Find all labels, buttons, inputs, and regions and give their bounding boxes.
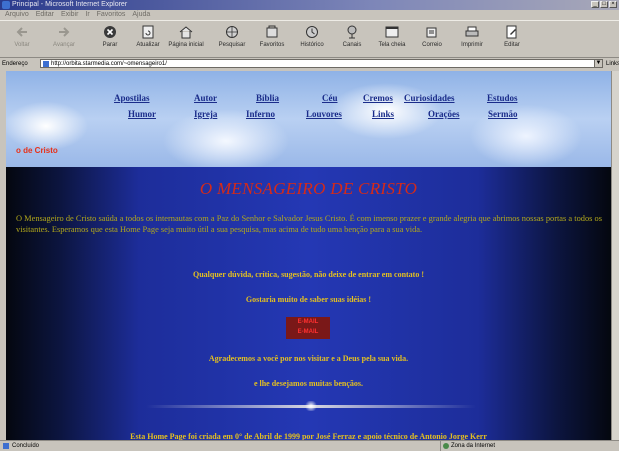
nav-igreja[interactable]: Igreja [194, 109, 217, 119]
page-done-icon [3, 443, 9, 449]
globe-icon [443, 443, 449, 449]
window-titlebar: Principal - Microsoft Internet Explorer … [0, 0, 619, 10]
channels-button[interactable]: Canais [332, 23, 372, 56]
home-icon [179, 26, 193, 39]
toolbar: Voltar Avançar Parar Atualizar Página in… [0, 20, 619, 58]
menu-exibir[interactable]: Exibir [61, 11, 79, 18]
favorites-button[interactable]: Favoritos [252, 23, 292, 56]
email-label: E-MAIL [297, 319, 319, 325]
nav-sermao[interactable]: Sermão [488, 109, 518, 119]
menu-editar[interactable]: Editar [36, 11, 54, 18]
back-button[interactable]: Voltar [2, 23, 42, 56]
print-button[interactable]: Imprimir [452, 23, 492, 56]
stop-icon [104, 26, 116, 38]
address-dropdown-icon[interactable]: ▼ [594, 59, 603, 68]
nav-estudos[interactable]: Estudos [487, 93, 518, 103]
window-controls: _ □ × [591, 1, 617, 8]
forward-button[interactable]: Avançar [44, 23, 84, 56]
fullscreen-button[interactable]: Tela cheia [372, 23, 412, 56]
footer-credit: Esta Home Page foi criada em 0° de Abril… [130, 432, 487, 440]
status-bar: Concluído Zona da Internet [0, 440, 619, 451]
favorites-icon [266, 25, 278, 38]
channels-icon [347, 25, 357, 39]
nav-cremos[interactable]: Cremos [363, 93, 393, 103]
address-url: http://orbita.starmedia.com/~omensageiro… [51, 61, 167, 67]
home-button[interactable]: Página inicial [166, 23, 206, 56]
menu-ajuda[interactable]: Ajuda [132, 11, 150, 18]
page-title: O MENSAGEIRO DE CRISTO [199, 179, 418, 198]
edit-page-icon [506, 25, 517, 39]
ideas-text: Gostaria muito de saber suas idéias ! [245, 295, 372, 304]
contact-text: Qualquer dúvida, crítica, sugestão, não … [192, 270, 425, 279]
edit-button[interactable]: Editar [492, 23, 532, 56]
forward-arrow-icon [59, 27, 70, 37]
menu-favoritos[interactable]: Favoritos [97, 11, 126, 18]
history-button[interactable]: Histórico [292, 23, 332, 56]
refresh-button[interactable]: Atualizar [128, 23, 168, 56]
thanks-text: Agradecemos a você por nos visitar e a D… [208, 354, 409, 363]
menu-bar: Arquivo Editar Exibir Ir Favoritos Ajuda [0, 10, 619, 20]
sparkle-icon [304, 401, 318, 411]
status-text: Concluído [12, 443, 40, 449]
back-arrow-icon [16, 27, 27, 37]
nav-banner: Apostilas Autor Bíblia Céu Cremos Curios… [6, 71, 611, 167]
refresh-icon [142, 25, 154, 39]
nav-oracoes[interactable]: Orações [428, 109, 460, 119]
close-icon[interactable]: × [609, 1, 617, 8]
nav-biblia[interactable]: Bíblia [256, 93, 279, 103]
page-content: O MENSAGEIRO DE CRISTO O Mensageiro de C… [6, 167, 611, 440]
window-title: Principal - Microsoft Internet Explorer [12, 1, 128, 8]
printer-icon [465, 26, 479, 37]
mail-button[interactable]: Correio [412, 23, 452, 56]
minimize-icon[interactable]: _ [591, 1, 599, 8]
page-icon [43, 61, 49, 67]
links-button[interactable]: Links [606, 58, 619, 70]
address-label: Endereço [2, 61, 28, 67]
nav-louvores[interactable]: Louvores [306, 109, 342, 119]
stop-button[interactable]: Parar [90, 23, 130, 56]
nav-humor[interactable]: Humor [128, 109, 156, 119]
zone-text: Zona da Internet [451, 443, 496, 449]
nav-apostilas[interactable]: Apostilas [114, 93, 150, 103]
maximize-icon[interactable]: □ [600, 1, 608, 8]
ie-logo-icon [2, 1, 10, 9]
search-globe-icon [226, 26, 238, 38]
nav-ceu[interactable]: Céu [322, 93, 338, 103]
email-button[interactable]: E-MAIL E-MAIL [286, 317, 330, 339]
address-input[interactable]: http://orbita.starmedia.com/~omensageiro… [40, 59, 595, 68]
email-label-echo: E-MAIL [297, 329, 319, 335]
nav-curiosidades[interactable]: Curiosidades [404, 93, 455, 103]
intro-paragraph: O Mensageiro de Cristo saúda a todos os … [16, 214, 602, 234]
vertical-scrollbar[interactable] [611, 71, 619, 440]
blessing-text: e lhe desejamos muitas bençãos. [253, 379, 364, 388]
menu-ir[interactable]: Ir [85, 11, 89, 18]
fullscreen-icon [385, 26, 399, 38]
security-zone: Zona da Internet [440, 441, 615, 451]
menu-arquivo[interactable]: Arquivo [5, 11, 29, 18]
address-bar: Endereço http://orbita.starmedia.com/~om… [0, 58, 619, 70]
nav-links[interactable]: Links [372, 109, 394, 119]
history-icon [306, 26, 318, 38]
search-button[interactable]: Pesquisar [212, 23, 252, 56]
banner-text: o de Cristo [16, 146, 58, 155]
nav-inferno[interactable]: Inferno [246, 109, 275, 119]
nav-autor[interactable]: Autor [194, 93, 217, 103]
mail-icon [426, 27, 437, 38]
divider-line [146, 401, 476, 411]
